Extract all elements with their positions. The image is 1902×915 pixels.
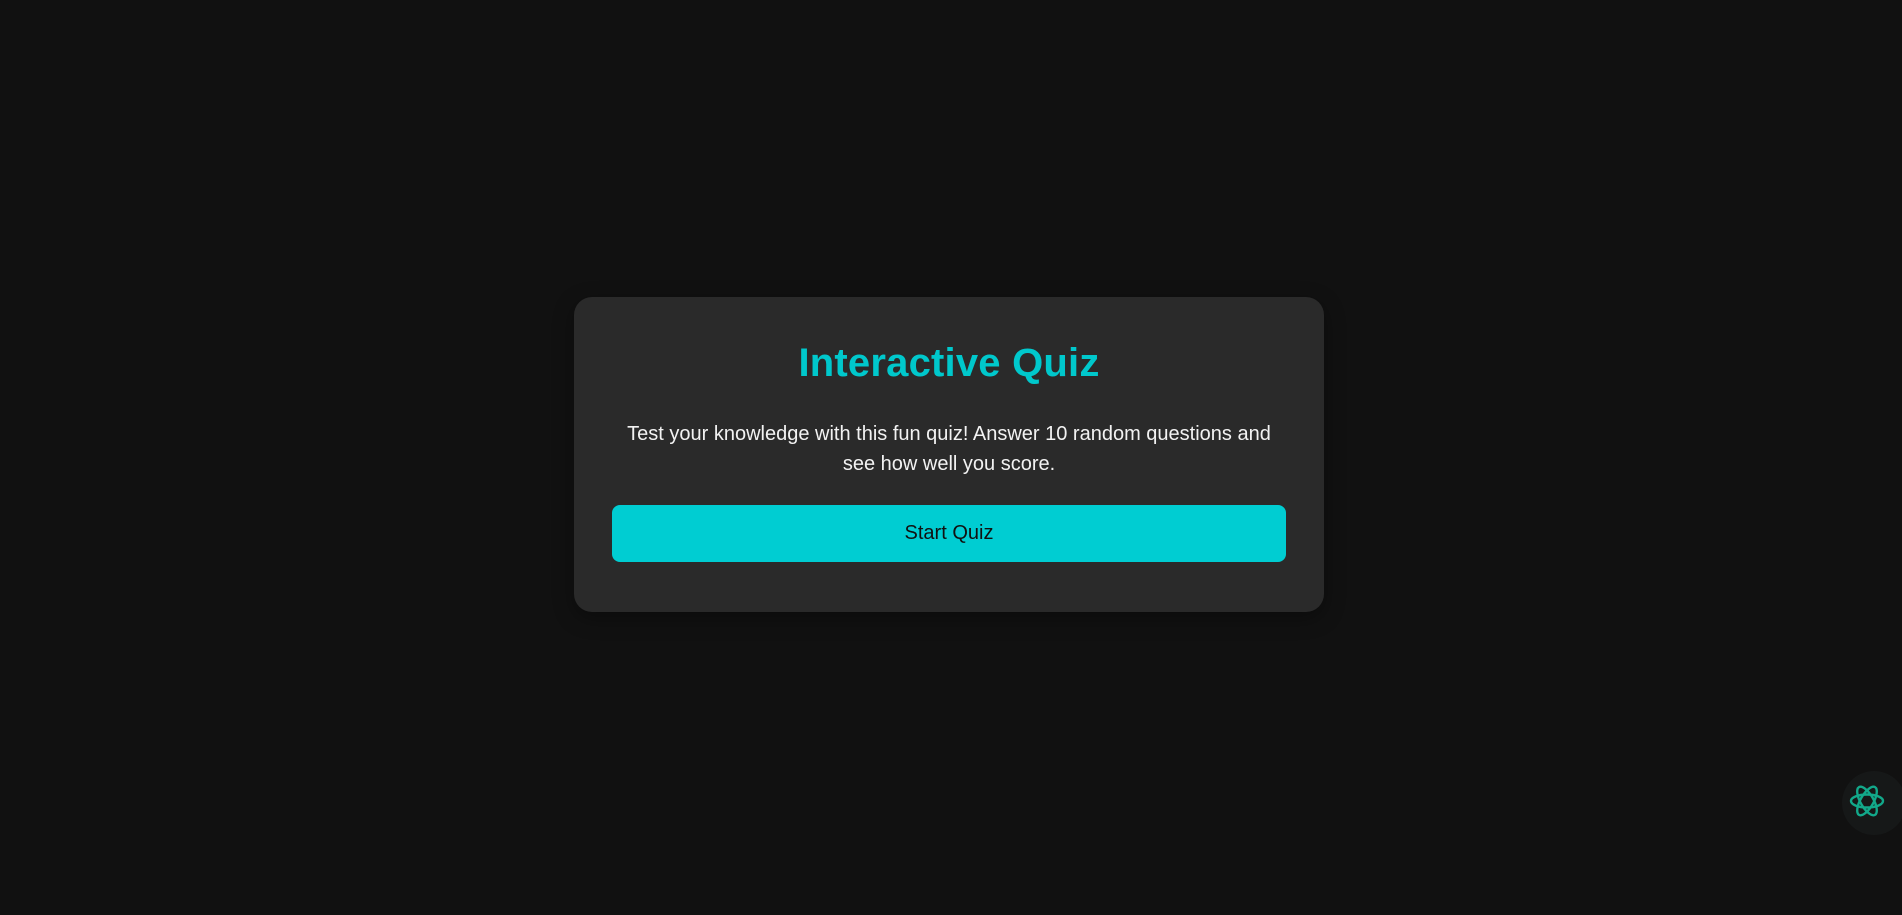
assistant-widget-button[interactable] xyxy=(1842,771,1902,835)
quiz-title: Interactive Quiz xyxy=(798,341,1100,385)
atom-knot-icon xyxy=(1849,781,1887,826)
quiz-start-page: Interactive Quiz Test your knowledge wit… xyxy=(0,0,1902,915)
quiz-card: Interactive Quiz Test your knowledge wit… xyxy=(574,297,1324,612)
quiz-description: Test your knowledge with this fun quiz! … xyxy=(627,423,1271,475)
start-quiz-button[interactable]: Start Quiz xyxy=(612,505,1286,562)
